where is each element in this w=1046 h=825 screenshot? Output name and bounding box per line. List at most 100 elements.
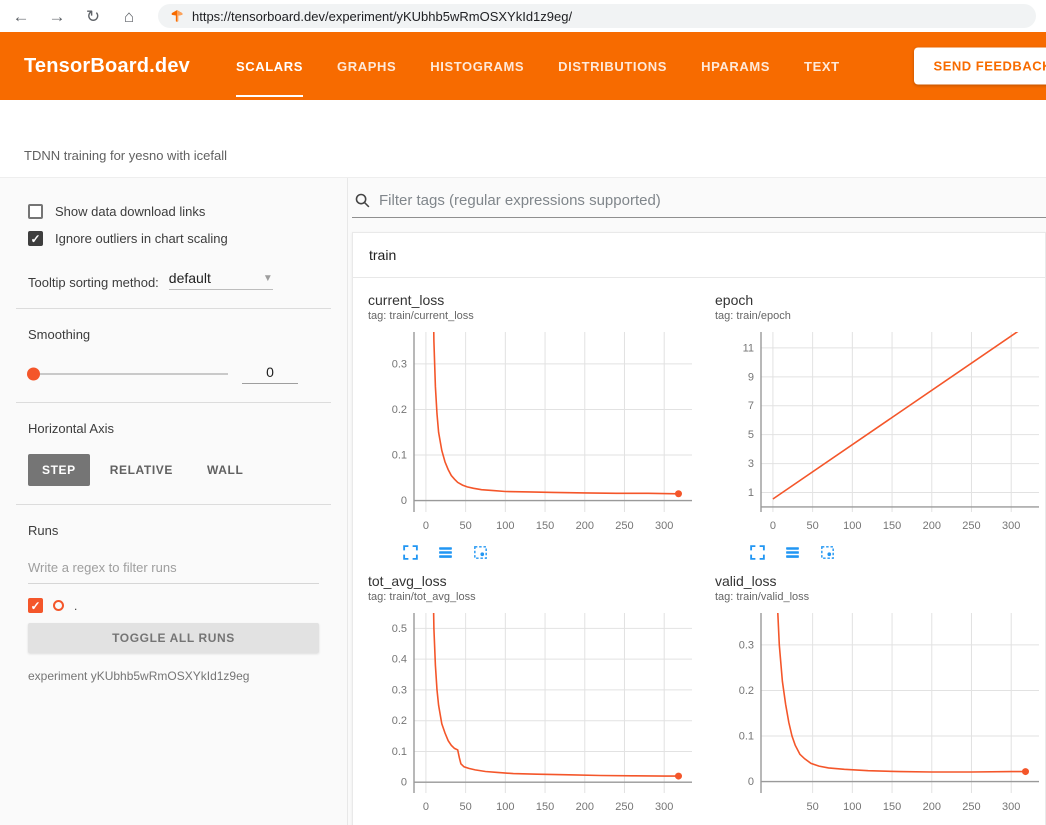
tooltip-sorting-value: default	[169, 270, 211, 286]
chart-tag: tag: train/valid_loss	[715, 591, 1046, 603]
home-icon[interactable]: ⌂	[118, 8, 140, 25]
url-text: https://tensorboard.dev/experiment/yKUbh…	[192, 9, 572, 24]
ignore-outliers-row[interactable]: ✓ Ignore outliers in chart scaling	[28, 231, 319, 246]
smoothing-label: Smoothing	[28, 327, 319, 342]
fit-domain-icon[interactable]	[819, 544, 836, 561]
svg-text:100: 100	[843, 520, 861, 532]
tooltip-sorting-label: Tooltip sorting method:	[28, 275, 159, 290]
run-name: .	[74, 599, 77, 613]
svg-text:250: 250	[615, 801, 633, 813]
svg-text:150: 150	[536, 801, 554, 813]
run-checkbox[interactable]: ✓	[28, 598, 43, 613]
svg-text:200: 200	[923, 801, 941, 813]
svg-text:0.5: 0.5	[392, 623, 407, 635]
data-table-icon[interactable]	[784, 544, 801, 561]
runs-label: Runs	[28, 523, 319, 538]
experiment-caption: experiment yKUbhb5wRmOSXYkId1z9eg	[28, 669, 319, 683]
smoothing-value[interactable]: 0	[242, 364, 298, 384]
axis-option-step[interactable]: STEP	[28, 454, 90, 486]
svg-text:0.3: 0.3	[392, 358, 407, 370]
toggle-all-runs-button[interactable]: TOGGLE ALL RUNS	[28, 623, 319, 653]
svg-text:0: 0	[401, 777, 407, 789]
smoothing-slider-thumb[interactable]	[27, 368, 40, 381]
fullscreen-icon[interactable]	[749, 544, 766, 561]
svg-text:0.1: 0.1	[392, 450, 407, 462]
divider	[16, 504, 331, 505]
chart-tag: tag: train/epoch	[715, 310, 1046, 322]
svg-text:200: 200	[923, 520, 941, 532]
show-download-row[interactable]: ✓ Show data download links	[28, 204, 319, 219]
nav-tabs: SCALARS GRAPHS HISTOGRAMS DISTRIBUTIONS HPAR…	[236, 32, 840, 100]
reload-icon[interactable]: ↻	[82, 8, 104, 25]
chart-title: current_loss	[368, 292, 700, 308]
svg-text:100: 100	[496, 520, 514, 532]
browser-bar: ← → ↻ ⌂ https://tensorboard.dev/experime…	[0, 0, 1046, 32]
svg-text:250: 250	[615, 520, 633, 532]
svg-text:1: 1	[748, 487, 754, 499]
address-bar[interactable]: https://tensorboard.dev/experiment/yKUbh…	[158, 4, 1036, 28]
tab-histograms[interactable]: HISTOGRAMS	[430, 32, 524, 100]
svg-text:0: 0	[770, 520, 776, 532]
svg-text:300: 300	[1002, 520, 1020, 532]
settings-sidebar: ✓ Show data download links ✓ Ignore outl…	[0, 178, 348, 825]
ignore-outliers-checkbox[interactable]: ✓	[28, 231, 43, 246]
show-download-label: Show data download links	[55, 204, 205, 219]
svg-text:0: 0	[401, 495, 407, 507]
tab-distributions[interactable]: DISTRIBUTIONS	[558, 32, 667, 100]
chart-plot[interactable]: 1357911050100150200250300	[715, 326, 1046, 538]
fullscreen-icon[interactable]	[402, 544, 419, 561]
tab-scalars[interactable]: SCALARS	[236, 32, 303, 100]
forward-icon[interactable]: →	[46, 8, 68, 25]
show-download-checkbox[interactable]: ✓	[28, 204, 43, 219]
send-feedback-button[interactable]: SEND FEEDBACK	[914, 48, 1046, 85]
page: ← → ↻ ⌂ https://tensorboard.dev/experime…	[0, 0, 1046, 825]
chart-plot[interactable]: 00.10.20.3050100150200250300	[368, 326, 700, 538]
axis-option-relative[interactable]: RELATIVE	[96, 454, 187, 486]
svg-text:0.1: 0.1	[392, 746, 407, 758]
filter-tags-input[interactable]	[379, 192, 1044, 209]
svg-text:0.2: 0.2	[392, 715, 407, 727]
svg-text:0.4: 0.4	[392, 654, 407, 666]
svg-text:300: 300	[1002, 801, 1020, 813]
search-icon	[354, 192, 371, 209]
fit-domain-icon[interactable]	[472, 544, 489, 561]
content: ✓ Show data download links ✓ Ignore outl…	[0, 178, 1046, 825]
svg-text:50: 50	[807, 801, 819, 813]
svg-text:200: 200	[576, 801, 594, 813]
data-table-icon[interactable]	[437, 544, 454, 561]
axis-options: STEPRELATIVEWALL	[28, 454, 319, 486]
axis-option-wall[interactable]: WALL	[193, 454, 257, 486]
svg-text:100: 100	[496, 801, 514, 813]
smoothing-slider[interactable]	[28, 373, 228, 375]
svg-text:200: 200	[576, 520, 594, 532]
tag-group-header[interactable]: train	[353, 233, 1045, 278]
svg-text:300: 300	[655, 801, 673, 813]
svg-text:11: 11	[743, 342, 754, 354]
subheader: TDNN training for yesno with icefall	[0, 100, 1046, 178]
svg-text:100: 100	[843, 801, 861, 813]
svg-text:50: 50	[460, 520, 472, 532]
tab-hparams[interactable]: HPARAMS	[701, 32, 770, 100]
tooltip-sorting-row: Tooltip sorting method: default ▼	[28, 270, 319, 290]
chart-title: tot_avg_loss	[368, 573, 700, 589]
chart-epoch: epochtag: train/epoch1357911050100150200…	[715, 292, 1046, 561]
run-row[interactable]: ✓.	[28, 598, 319, 613]
svg-text:250: 250	[962, 801, 980, 813]
tab-graphs[interactable]: GRAPHS	[337, 32, 396, 100]
svg-text:0.1: 0.1	[739, 731, 754, 743]
experiment-title: TDNN training for yesno with icefall	[24, 148, 227, 163]
filter-tags-row	[352, 190, 1046, 218]
svg-text:0.3: 0.3	[392, 684, 407, 696]
chart-plot[interactable]: 00.10.20.30.40.5050100150200250300	[368, 607, 700, 819]
svg-text:50: 50	[807, 520, 819, 532]
svg-text:0.2: 0.2	[392, 404, 407, 416]
back-icon[interactable]: ←	[10, 8, 32, 25]
svg-text:7: 7	[748, 400, 754, 412]
tooltip-sorting-dropdown[interactable]: default ▼	[169, 270, 273, 290]
svg-text:5: 5	[748, 429, 754, 441]
runs-filter-input[interactable]	[28, 556, 319, 584]
chart-toolbar	[402, 544, 700, 561]
charts-grid: current_losstag: train/current_loss00.10…	[353, 278, 1045, 825]
chart-plot[interactable]: 00.10.20.350100150200250300	[715, 607, 1046, 819]
tab-text[interactable]: TEXT	[804, 32, 840, 100]
